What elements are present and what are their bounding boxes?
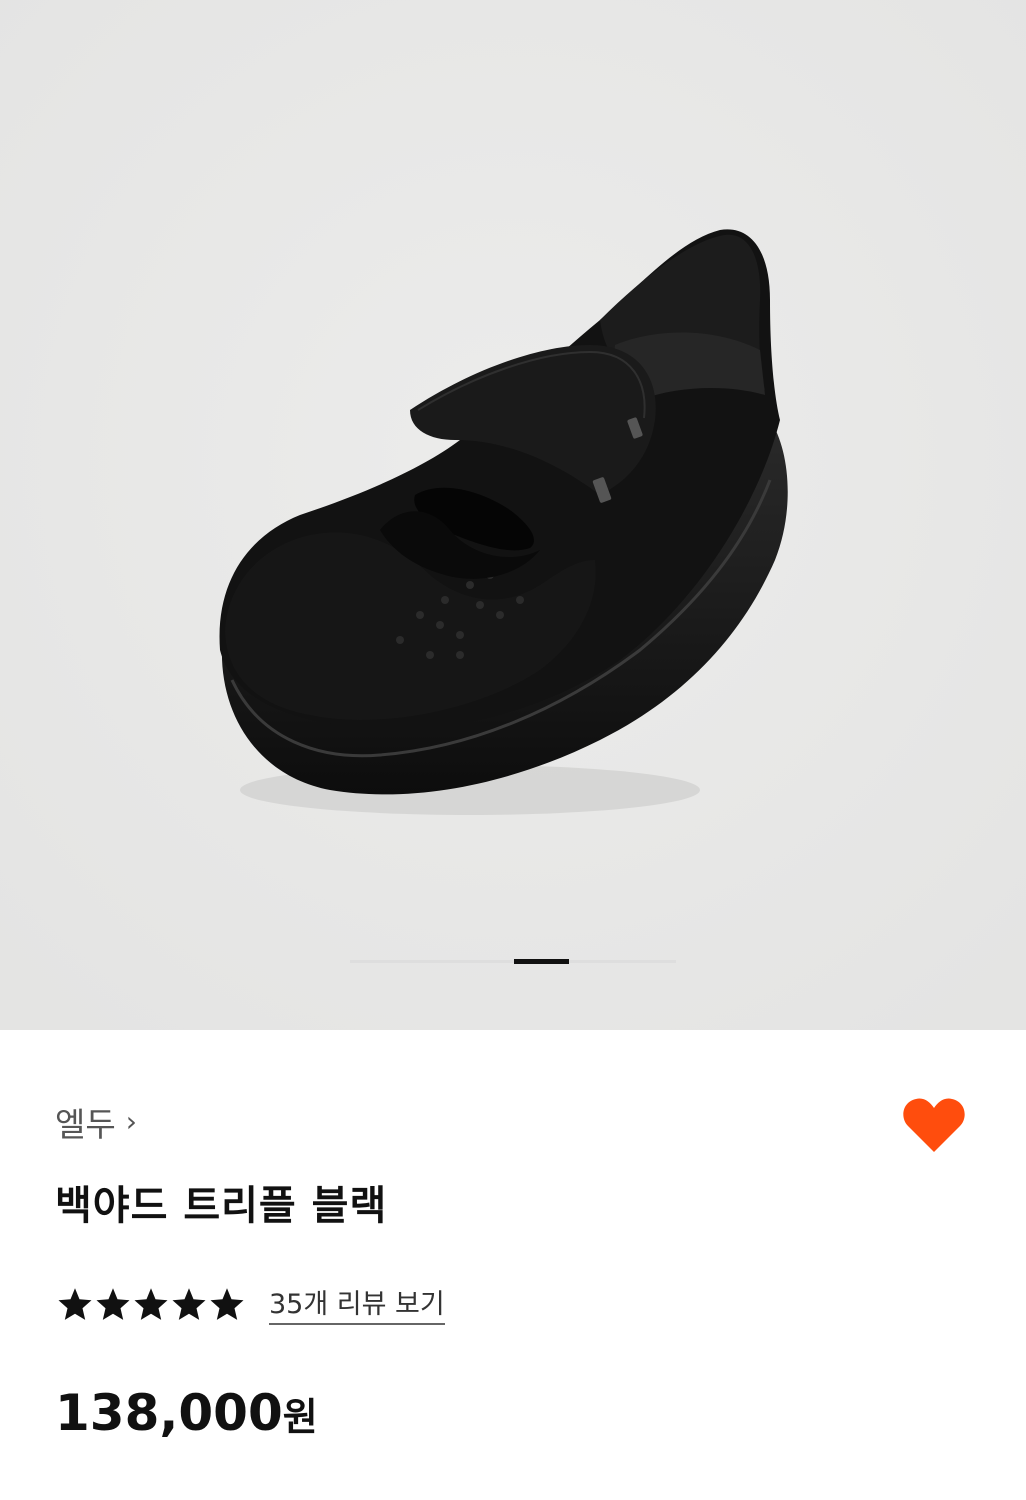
brand-name: 엘두 bbox=[55, 1105, 116, 1144]
star-icon bbox=[58, 1287, 92, 1320]
price: 138,000 원 bbox=[55, 1384, 318, 1442]
slide-indicator-active bbox=[514, 959, 569, 964]
rating-row: 35개 리뷰 보기 bbox=[57, 1282, 445, 1325]
product-image bbox=[0, 0, 1026, 1030]
slide-indicator-track bbox=[350, 960, 676, 963]
chevron-right-icon: › bbox=[125, 1105, 137, 1138]
product-detail-page: 엘두 › 백야드 트리플 블랙 35개 리뷰 보기 138,000 원 bbox=[0, 0, 1026, 1500]
price-amount: 138,000 bbox=[55, 1384, 283, 1442]
star-icon bbox=[172, 1287, 206, 1320]
star-icon bbox=[96, 1287, 130, 1320]
brand-link[interactable]: 엘두 › bbox=[55, 1098, 137, 1146]
price-unit: 원 bbox=[282, 1395, 318, 1439]
star-icon bbox=[210, 1287, 244, 1320]
heart-icon[interactable] bbox=[902, 1094, 966, 1154]
product-image-gallery[interactable] bbox=[0, 0, 1026, 1030]
star-icon bbox=[134, 1287, 168, 1320]
review-link[interactable]: 35개 리뷰 보기 bbox=[269, 1282, 445, 1325]
product-info-section: 엘두 › 백야드 트리플 블랙 35개 리뷰 보기 138,000 원 bbox=[0, 1030, 1026, 1500]
product-title: 백야드 트리플 블랙 bbox=[55, 1183, 388, 1229]
rating-stars bbox=[57, 1286, 245, 1322]
